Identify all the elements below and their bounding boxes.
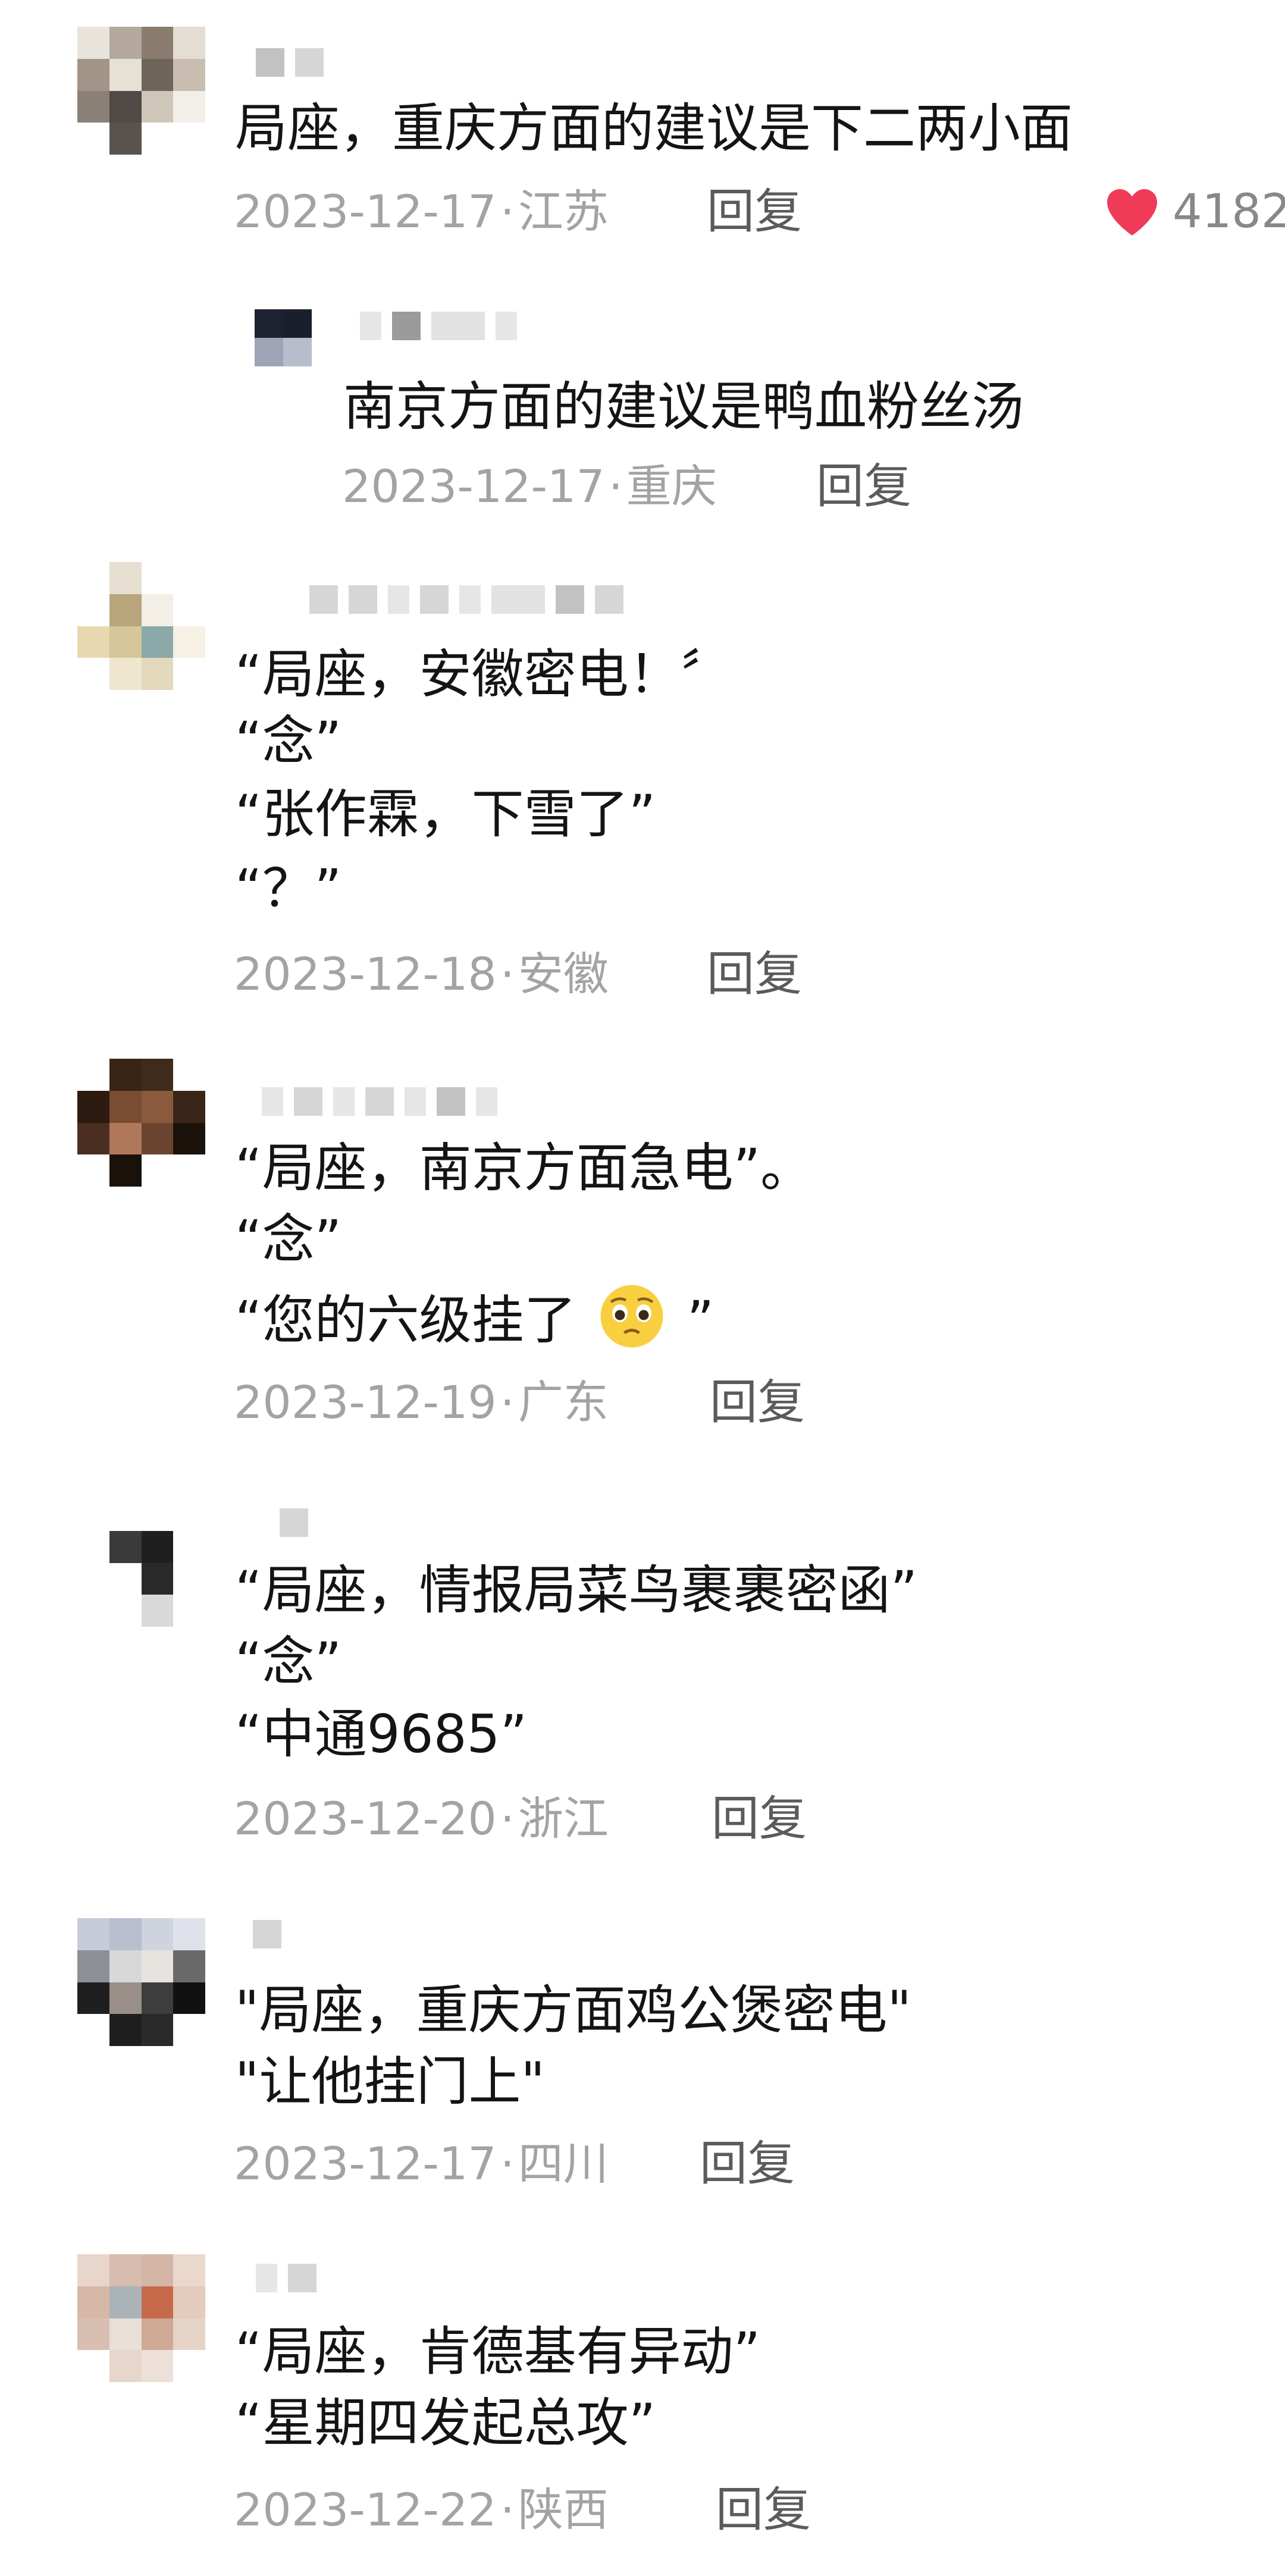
comment-meta: 2023-12-19 · 广东 bbox=[234, 1373, 609, 1432]
comment-text: “念” bbox=[235, 1631, 342, 1692]
avatar[interactable] bbox=[77, 1499, 205, 1627]
reply-button[interactable]: 回复 bbox=[712, 1789, 807, 1849]
comment-date: 2023-12-18 bbox=[234, 947, 497, 1000]
username-blurred[interactable] bbox=[360, 308, 517, 344]
comment-text: “局座，安徽密电！〞 bbox=[235, 644, 734, 705]
comment-text: “张作霖，下雪了” bbox=[235, 783, 656, 845]
reply-button[interactable]: 回复 bbox=[700, 2134, 795, 2194]
comment-text: “念” bbox=[235, 710, 342, 771]
reply-date: 2023-12-17 bbox=[342, 460, 605, 513]
reply-button[interactable]: 回复 bbox=[816, 457, 911, 516]
username-blurred[interactable] bbox=[280, 1505, 308, 1540]
comment-text: “中通9685” bbox=[235, 1703, 528, 1765]
comment-date: 2023-12-22 bbox=[234, 2483, 497, 2536]
comment-location: 安徽 bbox=[518, 947, 609, 1000]
comment-meta: 2023-12-20 · 浙江 bbox=[234, 1789, 609, 1849]
avatar[interactable] bbox=[77, 2254, 205, 2382]
comment-date: 2023-12-19 bbox=[234, 1376, 497, 1429]
comment-location: 广东 bbox=[518, 1376, 609, 1429]
username-blurred[interactable] bbox=[253, 1916, 281, 1952]
comment-meta: 2023-12-17 · 四川 bbox=[234, 2134, 609, 2194]
avatar[interactable] bbox=[255, 309, 312, 366]
pleading-face-emoji bbox=[593, 1284, 670, 1364]
comment-thread: 局座，重庆方面的建议是下二两小面 2023-12-17 · 江苏 回复 4182 南… bbox=[0, 0, 1285, 2576]
reply-location: 重庆 bbox=[626, 460, 717, 513]
avatar[interactable] bbox=[77, 1059, 205, 1187]
comment-text: “局座，情报局菜鸟裹裹密函” bbox=[235, 1560, 918, 1621]
comment-location: 陕西 bbox=[518, 2483, 609, 2536]
comment-text: "让他挂门上" bbox=[235, 2051, 545, 2112]
comment-location: 浙江 bbox=[518, 1792, 609, 1845]
comment-text: 局座，重庆方面的建议是下二两小面 bbox=[235, 98, 1073, 159]
comment-location: 江苏 bbox=[518, 185, 609, 238]
comment-meta: 2023-12-18 · 安徽 bbox=[234, 945, 609, 1004]
comment-text-with-emoji: “您的六级挂了 ” bbox=[235, 1284, 714, 1364]
comment-date: 2023-12-17 bbox=[234, 2137, 497, 2190]
reply-text: 南京方面的建议是鸭血粉丝汤 bbox=[343, 376, 1024, 437]
comment-location: 四川 bbox=[518, 2137, 609, 2190]
comment-text: “星期四发起总攻” bbox=[235, 2392, 656, 2453]
username-blurred[interactable] bbox=[256, 2260, 316, 2296]
reply-button[interactable]: 回复 bbox=[710, 1373, 805, 1432]
comment-text: “念” bbox=[235, 1209, 342, 1270]
comment-text: “局座，肯德基有异动” bbox=[235, 2321, 761, 2382]
comment-text: “？” bbox=[235, 858, 342, 919]
comment-meta: 2023-12-17 · 江苏 bbox=[234, 182, 609, 241]
reply-button[interactable]: 回复 bbox=[707, 182, 802, 241]
like-count: 4182 bbox=[1173, 185, 1285, 239]
reply-button[interactable]: 回复 bbox=[716, 2480, 811, 2540]
comment-date: 2023-12-17 bbox=[234, 185, 497, 238]
comment-text: "局座，重庆方面鸡公煲密电" bbox=[235, 1979, 911, 2041]
avatar[interactable] bbox=[77, 27, 205, 155]
reply-button[interactable]: 回复 bbox=[707, 945, 802, 1004]
username-blurred[interactable] bbox=[309, 582, 623, 617]
heart-icon bbox=[1104, 186, 1161, 238]
username-blurred[interactable] bbox=[262, 1084, 497, 1119]
comment-date: 2023-12-20 bbox=[234, 1792, 497, 1845]
like-button[interactable]: 4182 bbox=[1104, 182, 1285, 241]
comment-meta: 2023-12-22 · 陕西 bbox=[234, 2480, 609, 2540]
comment-text: “局座，南京方面急电”。 bbox=[235, 1137, 813, 1198]
avatar[interactable] bbox=[77, 1918, 205, 2046]
avatar[interactable] bbox=[77, 562, 205, 690]
username-blurred[interactable] bbox=[256, 45, 324, 80]
reply-meta: 2023-12-17 · 重庆 bbox=[342, 457, 717, 516]
